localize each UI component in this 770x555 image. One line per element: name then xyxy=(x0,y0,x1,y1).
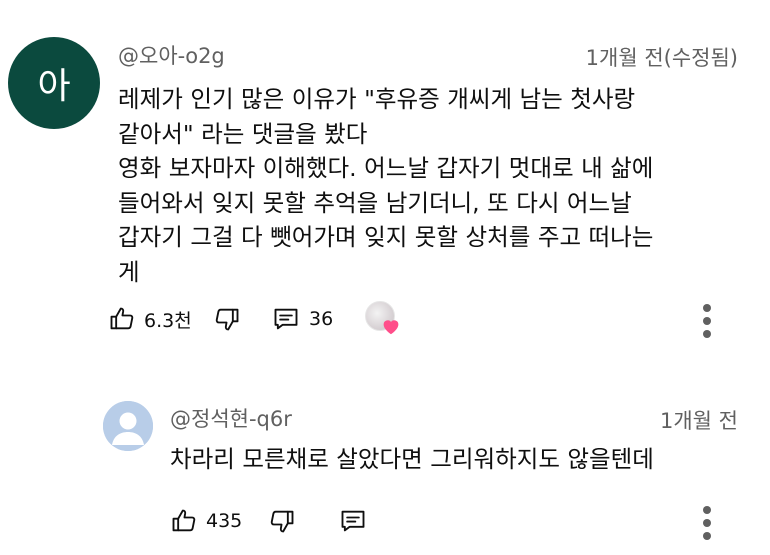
avatar-letter: 아 xyxy=(37,66,71,107)
comment: 아 @오아-o2g 1개월 전(수정됨) 레제가 인기 많은 이유가 "후유증 … xyxy=(0,0,770,370)
like-count: 6.3천 xyxy=(144,309,192,332)
reply-button[interactable]: 36 xyxy=(271,305,363,333)
more-vert-icon xyxy=(703,304,711,338)
more-vert-icon xyxy=(703,506,711,540)
default-avatar-icon xyxy=(103,401,153,451)
reply-icon xyxy=(274,308,298,330)
dislike-button[interactable] xyxy=(268,507,338,535)
thumb-up-icon xyxy=(110,307,134,330)
comment-actions: 435 xyxy=(170,503,368,539)
more-options-button[interactable] xyxy=(701,304,713,338)
dislike-button[interactable] xyxy=(213,305,271,333)
like-count: 435 xyxy=(206,510,243,532)
comment-actions: 6.3천 36 xyxy=(108,301,403,337)
comment-author[interactable]: @오아-o2g xyxy=(118,40,225,70)
like-button[interactable]: 6.3천 xyxy=(108,305,213,333)
creator-heart xyxy=(363,301,403,337)
thumb-down-icon xyxy=(270,510,294,533)
creator-heart-icon xyxy=(383,320,399,335)
thumb-up-icon xyxy=(172,509,196,532)
like-button[interactable]: 435 xyxy=(170,507,268,535)
reply-icon xyxy=(341,510,365,532)
comment-text: 차라리 모른채로 살았다면 그리워하지도 않을텐데 xyxy=(170,445,654,473)
avatar[interactable]: 아 xyxy=(8,37,100,129)
avatar[interactable] xyxy=(103,401,153,451)
comment-text: 레제가 인기 많은 이유가 "후유증 개씨게 남는 첫사랑 같아서" 라는 댓글… xyxy=(118,85,654,286)
comment-author[interactable]: @정석현-q6r xyxy=(170,403,292,433)
more-options-button[interactable] xyxy=(701,506,713,540)
reply-count: 36 xyxy=(309,308,334,330)
thumb-down-icon xyxy=(215,308,239,331)
reply-comment: @정석현-q6r 1개월 전 차라리 모른채로 살았다면 그리워하지도 않을텐데… xyxy=(0,370,770,555)
comment-timestamp[interactable]: 1개월 전 xyxy=(660,405,738,435)
comment-timestamp[interactable]: 1개월 전(수정됨) xyxy=(586,42,738,72)
reply-button[interactable] xyxy=(338,507,368,535)
